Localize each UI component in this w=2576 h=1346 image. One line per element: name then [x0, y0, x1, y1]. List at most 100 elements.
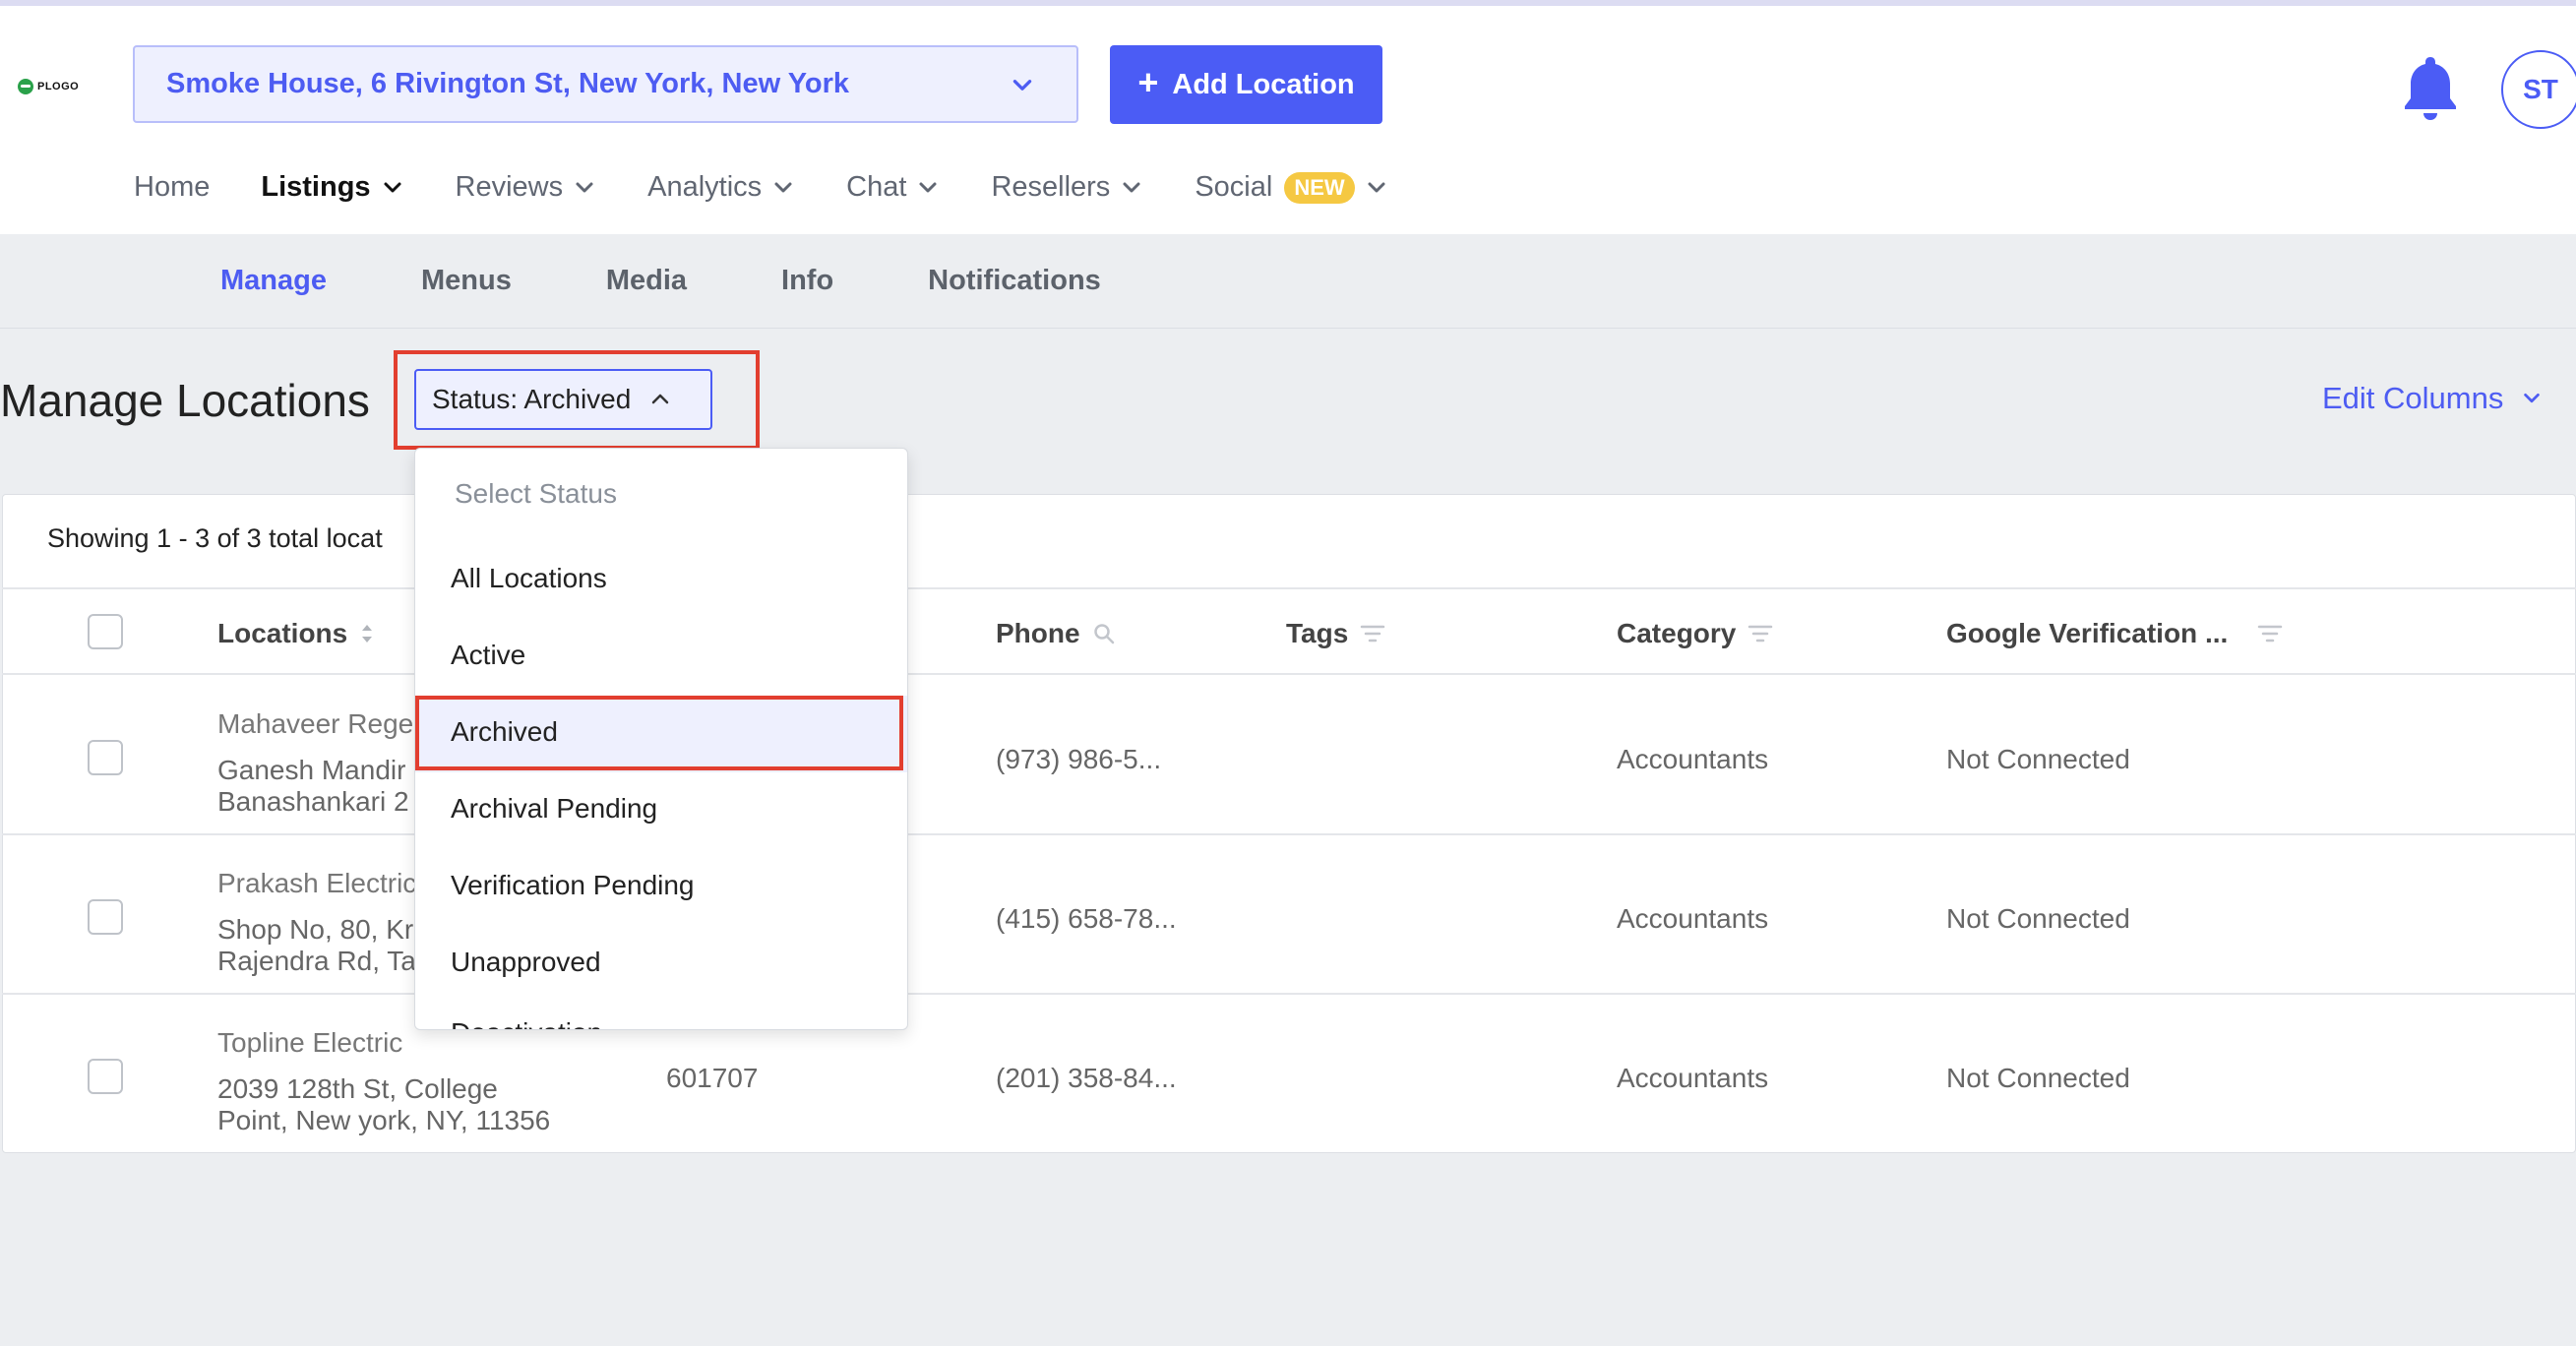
google-status-cell: Not Connected: [1946, 903, 2130, 934]
nav-item-label: Reviews: [455, 171, 564, 203]
column-header-label: Category: [1617, 618, 1737, 648]
sort-icon[interactable]: [359, 621, 375, 646]
nav-item-reviews[interactable]: Reviews: [456, 171, 597, 204]
phone-cell: (973) 986-5...: [996, 744, 1162, 774]
chevron-up-icon: [652, 394, 669, 404]
google-status-cell: Not Connected: [1946, 1063, 2130, 1093]
nav-item-chat[interactable]: Chat: [846, 171, 940, 204]
row-checkbox[interactable]: [88, 1059, 123, 1094]
location-address-line: 2039 128th St, College: [217, 1073, 498, 1104]
location-select[interactable]: Smoke House, 6 Rivington St, New York, N…: [133, 45, 1078, 123]
avatar[interactable]: ST: [2501, 50, 2576, 129]
chevron-down-icon: [919, 182, 937, 192]
tab-menus[interactable]: Menus: [421, 265, 512, 297]
tab-info[interactable]: Info: [781, 265, 833, 297]
nav-item-label: Home: [134, 171, 211, 203]
app-header: PLOGO Smoke House, 6 Rivington St, New Y…: [0, 6, 2576, 234]
tab-manage[interactable]: Manage: [220, 265, 327, 297]
main-nav: Home Listings Reviews Analytics Chat Res…: [134, 171, 1440, 204]
logo-text: PLOGO: [37, 81, 80, 92]
new-badge: NEW: [1284, 171, 1355, 204]
code-cell: 601707: [666, 1063, 759, 1093]
column-header-label: Phone: [996, 618, 1080, 648]
nav-item-social[interactable]: Social NEW: [1195, 171, 1387, 204]
chevron-down-icon: [2524, 393, 2541, 403]
showing-count: Showing 1 - 3 of 3 total locat: [47, 523, 383, 553]
tab-media[interactable]: Media: [606, 265, 687, 297]
filter-icon[interactable]: [1748, 623, 1773, 644]
sub-nav: Manage Menus Media Info Notifications: [0, 234, 2576, 329]
divider: [2, 673, 2576, 675]
add-location-label: Add Location: [1172, 68, 1355, 100]
nav-item-label: Analytics: [647, 171, 763, 203]
column-header-google-verification[interactable]: Google Verification ...: [1946, 618, 2283, 649]
location-address-line: Rajendra Rd, Ta: [217, 946, 416, 976]
nav-item-label: Resellers: [991, 171, 1111, 203]
status-filter-button[interactable]: Status: Archived: [414, 369, 712, 430]
chevron-down-icon: [384, 182, 401, 192]
column-header-label: Locations: [217, 618, 348, 648]
nav-item-resellers[interactable]: Resellers: [991, 171, 1143, 204]
chevron-down-icon: [1123, 182, 1140, 192]
edit-columns-button[interactable]: Edit Columns: [2322, 381, 2543, 416]
location-address-line: Point, New york, NY, 11356: [217, 1105, 551, 1135]
phone-cell: (415) 658-78...: [996, 903, 1177, 934]
nav-item-home[interactable]: Home: [134, 171, 210, 204]
location-address-line: Banashankari 2: [217, 786, 409, 817]
location-select-value: Smoke House, 6 Rivington St, New York, N…: [166, 68, 850, 99]
dropdown-option-unapproved[interactable]: Unapproved: [451, 947, 601, 978]
dropdown-placeholder: Select Status: [455, 478, 617, 509]
dropdown-option-archival-pending[interactable]: Archival Pending: [451, 793, 657, 825]
status-dropdown-menu: Select Status All Locations Active Archi…: [414, 448, 908, 1030]
location-name[interactable]: Prakash Electric: [217, 868, 416, 899]
search-icon[interactable]: [1092, 622, 1116, 645]
dropdown-option-all-locations[interactable]: All Locations: [451, 563, 607, 594]
row-checkbox[interactable]: [88, 740, 123, 775]
category-cell: Accountants: [1617, 1063, 1769, 1093]
location-address-line: Shop No, 80, Kr: [217, 914, 414, 945]
dropdown-option-active[interactable]: Active: [451, 640, 525, 671]
dropdown-option-archived[interactable]: Archived: [451, 716, 558, 748]
plus-icon: +: [1137, 62, 1159, 102]
column-header-locations[interactable]: Locations: [217, 618, 375, 649]
column-header-tags[interactable]: Tags: [1286, 618, 1385, 649]
avatar-initials: ST: [2523, 74, 2558, 104]
status-filter-label: Status: Archived: [432, 384, 632, 414]
nav-item-listings[interactable]: Listings: [261, 171, 403, 204]
column-header-phone[interactable]: Phone: [996, 618, 1116, 649]
bell-icon[interactable]: [2401, 53, 2460, 122]
nav-item-label: Listings: [261, 171, 371, 203]
category-cell: Accountants: [1617, 744, 1769, 774]
column-header-label: Google Verification ...: [1946, 618, 2229, 648]
logo-icon: [18, 79, 33, 94]
filter-icon[interactable]: [2257, 623, 2283, 644]
add-location-button[interactable]: + Add Location: [1110, 45, 1382, 124]
filter-icon[interactable]: [1360, 623, 1385, 644]
divider: [2, 993, 2576, 995]
location-name[interactable]: Topline Electric: [217, 1027, 402, 1059]
select-all-checkbox[interactable]: [88, 614, 123, 649]
chevron-down-icon: [1012, 80, 1032, 91]
dropdown-option-verification-pending[interactable]: Verification Pending: [451, 870, 695, 901]
chevron-down-icon: [576, 182, 593, 192]
nav-item-label: Chat: [846, 171, 907, 203]
location-address-line: Ganesh Mandir: [217, 755, 406, 785]
row-checkbox[interactable]: [88, 899, 123, 935]
dropdown-option-deactivation[interactable]: Deactivation...: [451, 1017, 625, 1029]
logo[interactable]: PLOGO: [18, 79, 79, 94]
nav-item-analytics[interactable]: Analytics: [647, 171, 795, 204]
column-header-label: Tags: [1286, 618, 1349, 648]
chevron-down-icon: [774, 182, 792, 192]
phone-cell: (201) 358-84...: [996, 1063, 1177, 1093]
divider: [2, 833, 2576, 835]
location-name[interactable]: Mahaveer Rege: [217, 708, 413, 740]
tab-notifications[interactable]: Notifications: [928, 265, 1101, 297]
google-status-cell: Not Connected: [1946, 744, 2130, 774]
nav-item-label: Social: [1195, 171, 1273, 203]
divider: [2, 587, 2576, 589]
chevron-down-icon: [1368, 182, 1385, 192]
category-cell: Accountants: [1617, 903, 1769, 934]
column-header-category[interactable]: Category: [1617, 618, 1773, 649]
edit-columns-label: Edit Columns: [2322, 381, 2504, 415]
page-title: Manage Locations: [0, 375, 370, 426]
